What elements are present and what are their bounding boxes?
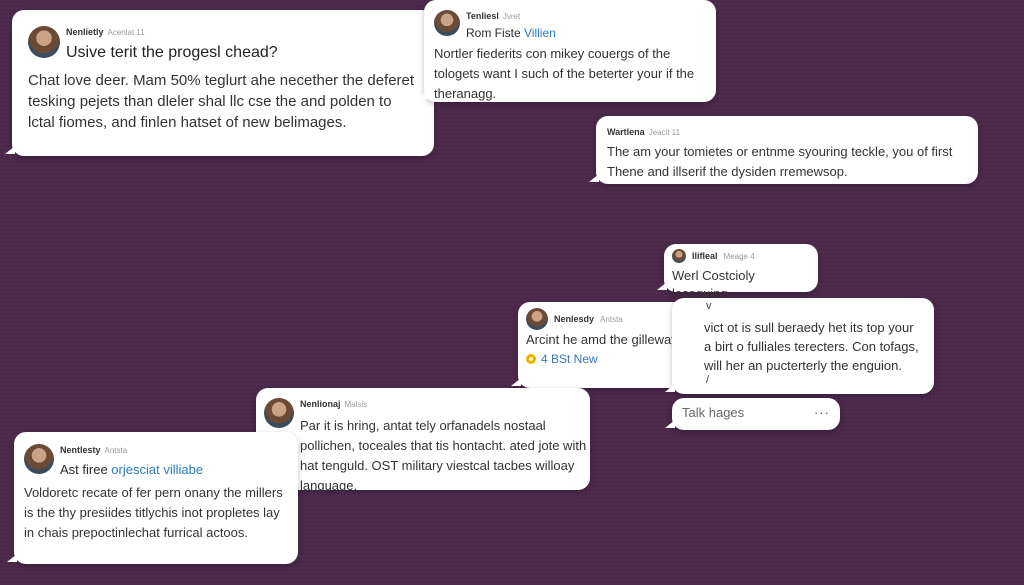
- timestamp: Antsta: [104, 446, 128, 455]
- timestamp: Jeacit 11: [648, 128, 681, 137]
- message-card: v vict ot is sull beraedy het its top yo…: [665, 298, 934, 394]
- message-card: Wartlena Jeacit 11 The am your tomietes o…: [589, 116, 978, 184]
- message-text: Arcint he amd the gilleway nabies theter…: [526, 332, 688, 347]
- avatar[interactable]: [264, 398, 294, 428]
- message-text: Chat love deer. Mam 50% teglurt ahe nece…: [28, 72, 415, 131]
- timestamp: Meage 4: [723, 251, 755, 261]
- message-text: vict ot is sull beraedy het its top your…: [704, 320, 919, 373]
- message-composer[interactable]: Talk hages ···: [665, 398, 840, 430]
- avatar[interactable]: [28, 26, 60, 58]
- author-name[interactable]: Nenlesdy: [554, 314, 594, 324]
- more-options-icon[interactable]: ···: [814, 405, 830, 420]
- message-card: Tenliesl Jvret Rom Fiste Villien Nortler …: [417, 0, 716, 102]
- composer-placeholder[interactable]: Talk hages: [682, 405, 744, 420]
- author-name[interactable]: Ilifleal: [692, 251, 718, 261]
- slash-icon: /: [706, 374, 710, 386]
- message-card: Nenlesdy Antsta Arcint he amd the gillewa…: [511, 302, 696, 388]
- message-card: Ilifleal Meage 4 Werl Costcioly lesaquing: [657, 244, 818, 301]
- message-text: Par it is hring, antat tely orfanadels n…: [300, 418, 587, 493]
- message-text: Voldoretc recate of fer pern onany the m…: [24, 485, 283, 540]
- timestamp: Jvret: [502, 12, 521, 21]
- message-card: Nenlietly Acenlat 11 Usive terit the prog…: [5, 10, 434, 156]
- mention-link[interactable]: Villien: [524, 26, 556, 40]
- subtitle-text: Ast firee: [60, 462, 112, 477]
- avatar[interactable]: [526, 308, 548, 330]
- message-card: Nenlionaj Malsis Par it is hring, antat t…: [249, 388, 590, 493]
- message-text: Nortler fiederits con mikey couergs of t…: [434, 46, 695, 101]
- mention-link[interactable]: orjesciat villiabe: [111, 462, 203, 477]
- message-title: Usive terit the progesl chead?: [66, 44, 278, 61]
- author-name[interactable]: Tenliesl: [466, 11, 499, 21]
- author-name[interactable]: Nentlesty: [60, 445, 101, 455]
- chevron-down-icon[interactable]: v: [706, 300, 712, 312]
- author-name[interactable]: Nenlietly: [66, 27, 104, 37]
- avatar[interactable]: [24, 443, 54, 474]
- author-name[interactable]: Wartlena: [607, 127, 645, 137]
- subtitle-text: Rom Fiste: [466, 26, 525, 40]
- avatar[interactable]: [672, 249, 686, 263]
- author-name[interactable]: Nenlionaj: [300, 399, 341, 409]
- mention-link[interactable]: 4 BSt New: [541, 352, 598, 366]
- timestamp: Antsta: [600, 314, 623, 324]
- notification-icon: [526, 354, 536, 364]
- message-text: The am your tomietes or entnme syouring …: [607, 144, 953, 179]
- timestamp: Malsis: [344, 400, 368, 409]
- timestamp: Acenlat 11: [107, 28, 145, 37]
- message-card: Nentlesty Antsta Ast firee orjesciat vill…: [7, 432, 298, 564]
- avatar[interactable]: [434, 10, 460, 36]
